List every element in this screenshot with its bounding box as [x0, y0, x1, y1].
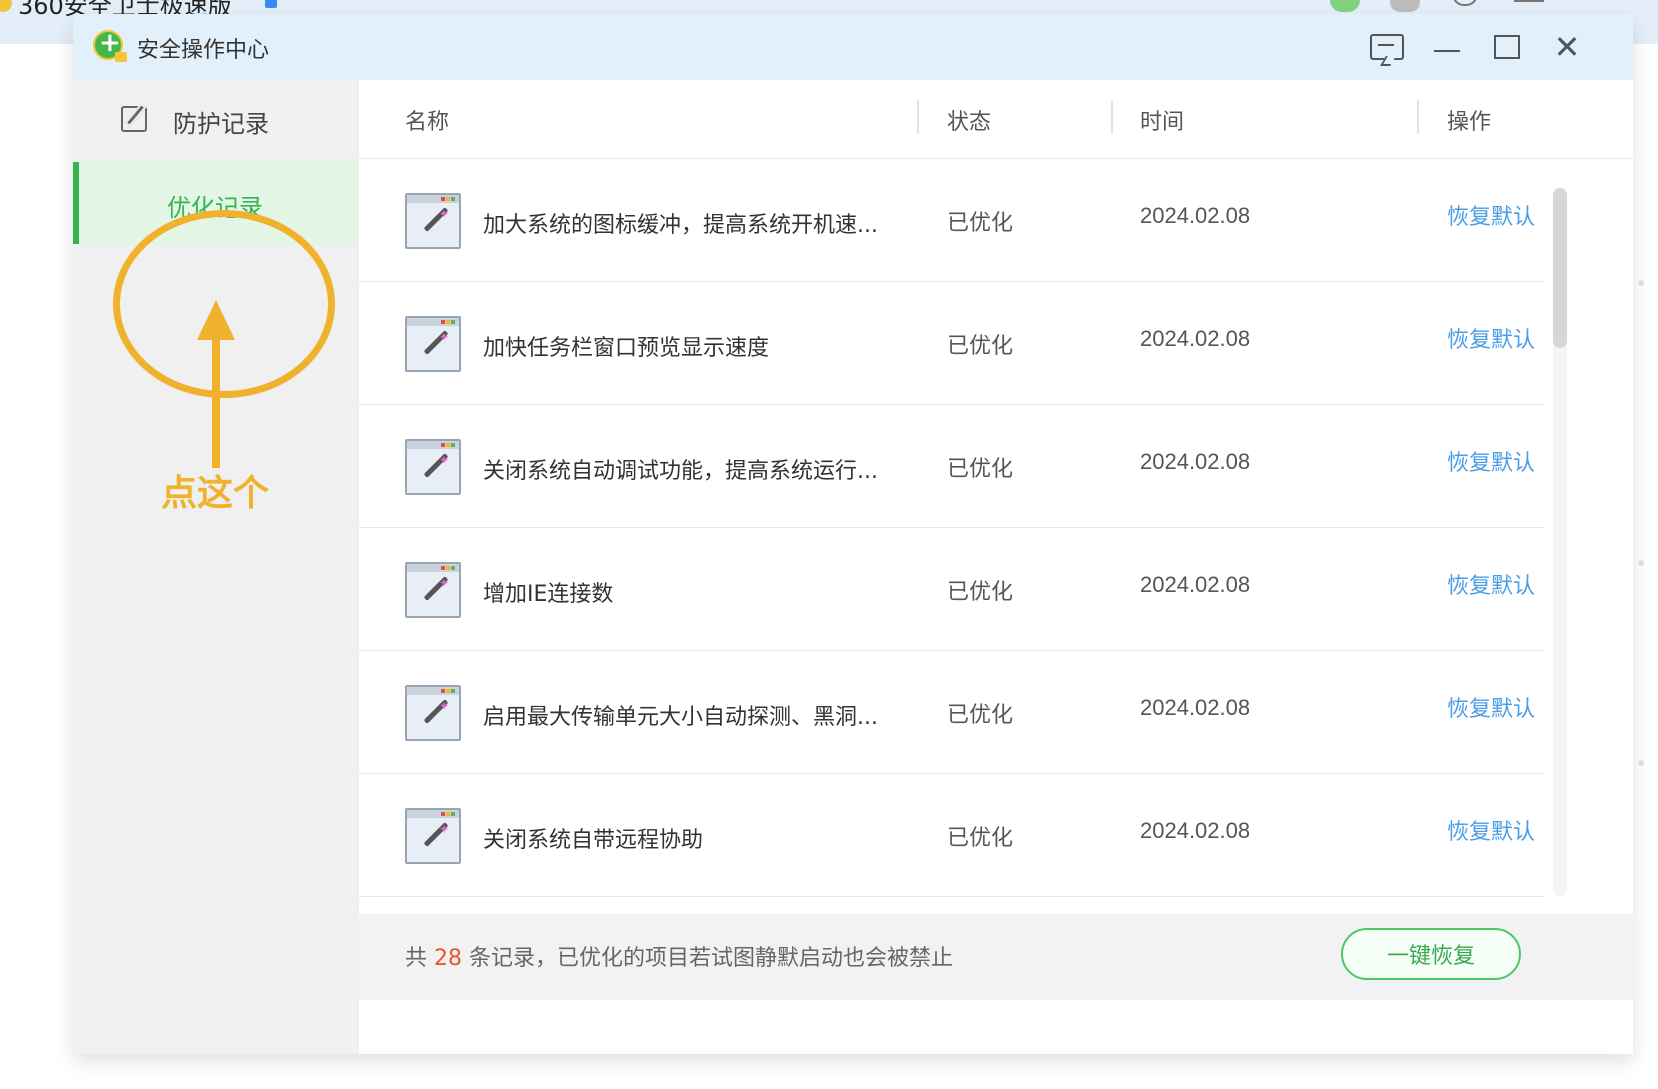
annotation-text: 点这个	[161, 473, 270, 514]
record-time: 2024.02.08	[1140, 818, 1251, 843]
footer-bar: 共 28 条记录，已优化的项目若试图静默启动也会被禁止 一键恢复	[359, 914, 1633, 1000]
optimize-wand-icon: ✦	[405, 439, 461, 495]
optimize-wand-icon: ✦	[405, 193, 461, 249]
optimize-wand-icon: ✦	[405, 562, 461, 618]
restore-default-link[interactable]: 恢复默认	[1447, 814, 1535, 846]
record-status: 已优化	[947, 334, 1014, 359]
record-status: 已优化	[947, 211, 1014, 236]
app-logo-icon	[93, 28, 127, 62]
record-status: 已优化	[947, 580, 1014, 605]
restore-all-button[interactable]: 一键恢复	[1341, 928, 1521, 980]
decorative-dot	[1638, 280, 1644, 286]
record-time: 2024.02.08	[1140, 326, 1251, 351]
record-count: 28	[434, 946, 463, 971]
background-shield-icon[interactable]	[1330, 0, 1360, 12]
column-header-status: 状态	[947, 110, 992, 135]
summary-prefix: 共	[405, 946, 428, 971]
column-header-time: 时间	[1140, 110, 1185, 135]
record-name: 加快任务栏窗口预览显示速度	[483, 336, 770, 361]
table-row: ✦ 关闭系统自带远程协助 已优化 2024.02.08 恢复默认	[359, 774, 1545, 897]
column-header-operation: 操作	[1447, 110, 1492, 135]
column-divider	[1417, 100, 1419, 134]
sidebar-item-label: 防护记录	[173, 110, 269, 138]
records-list: ✦ 加大系统的图标缓冲，提高系统开机速... 已优化 2024.02.08 恢复…	[359, 159, 1545, 897]
record-name: 关闭系统自带远程协助	[483, 828, 704, 853]
sidebar-item-protection-records[interactable]: 防护记录	[73, 80, 359, 162]
titlebar: 安全操作中心 ✕	[73, 14, 1633, 81]
window-title: 安全操作中心	[137, 38, 270, 63]
optimize-wand-icon: ✦	[405, 685, 461, 741]
table-row: ✦ 加快任务栏窗口预览显示速度 已优化 2024.02.08 恢复默认	[359, 282, 1545, 405]
record-name: 关闭系统自动调试功能，提高系统运行...	[483, 459, 878, 484]
record-status: 已优化	[947, 703, 1014, 728]
restore-default-link[interactable]: 恢复默认	[1447, 691, 1535, 723]
record-time: 2024.02.08	[1140, 695, 1251, 720]
optimize-wand-icon: ✦	[405, 316, 461, 372]
record-time: 2024.02.08	[1140, 203, 1251, 228]
crown-icon	[115, 52, 127, 62]
maximize-button[interactable]	[1489, 30, 1525, 64]
optimize-wand-icon: ✦	[405, 808, 461, 864]
feedback-button[interactable]	[1369, 30, 1405, 64]
close-button[interactable]: ✕	[1549, 30, 1585, 64]
minimize-button[interactable]	[1429, 30, 1465, 64]
background-window-icon[interactable]	[1514, 0, 1544, 2]
security-operation-center-window: 安全操作中心 ✕ 防护记录 优化记录 点这个 名称 状态 时间 操作	[73, 14, 1633, 1054]
maximize-icon	[1494, 35, 1520, 59]
annotation-arrow-shaft	[212, 328, 220, 468]
background-security-icon[interactable]	[1452, 0, 1478, 6]
column-header-name: 名称	[405, 110, 450, 135]
table-row: ✦ 加大系统的图标缓冲，提高系统开机速... 已优化 2024.02.08 恢复…	[359, 159, 1545, 282]
table-row: ✦ 关闭系统自动调试功能，提高系统运行... 已优化 2024.02.08 恢复…	[359, 405, 1545, 528]
minimize-icon	[1434, 50, 1460, 52]
edit-icon	[121, 106, 147, 132]
record-status: 已优化	[947, 826, 1014, 851]
record-name: 加大系统的图标缓冲，提高系统开机速...	[483, 213, 878, 238]
table-row: ✦ 增加IE连接数 已优化 2024.02.08 恢复默认	[359, 528, 1545, 651]
close-icon: ✕	[1553, 28, 1581, 66]
scrollbar-thumb[interactable]	[1553, 188, 1567, 348]
column-divider	[1111, 100, 1113, 134]
record-name: 增加IE连接数	[483, 582, 614, 607]
restore-default-link[interactable]: 恢复默认	[1447, 199, 1535, 231]
table-header: 名称 状态 时间 操作	[359, 80, 1633, 159]
feedback-icon	[1370, 34, 1404, 60]
column-divider	[917, 100, 919, 134]
record-status: 已优化	[947, 457, 1014, 482]
decorative-dot	[1638, 760, 1644, 766]
decorative-dot	[1638, 560, 1644, 566]
background-app-logo-icon	[0, 0, 12, 12]
table-row: ✦ 启用最大传输单元大小自动探测、黑洞... 已优化 2024.02.08 恢复…	[359, 651, 1545, 774]
record-summary: 共 28 条记录，已优化的项目若试图静默启动也会被禁止	[405, 940, 953, 972]
background-app-badge-icon	[265, 0, 277, 8]
restore-default-link[interactable]: 恢复默认	[1447, 568, 1535, 600]
record-time: 2024.02.08	[1140, 572, 1251, 597]
summary-suffix: 条记录，已优化的项目若试图静默启动也会被禁止	[469, 946, 954, 971]
record-name: 启用最大传输单元大小自动探测、黑洞...	[483, 705, 878, 730]
records-content: 名称 状态 时间 操作 ✦ 加大系统的图标缓冲，提高系统开机速... 已优化 2…	[359, 80, 1633, 1054]
restore-default-link[interactable]: 恢复默认	[1447, 322, 1535, 354]
background-skin-icon[interactable]	[1390, 0, 1420, 12]
restore-default-link[interactable]: 恢复默认	[1447, 445, 1535, 477]
record-time: 2024.02.08	[1140, 449, 1251, 474]
sidebar: 防护记录 优化记录 点这个	[73, 80, 359, 1054]
